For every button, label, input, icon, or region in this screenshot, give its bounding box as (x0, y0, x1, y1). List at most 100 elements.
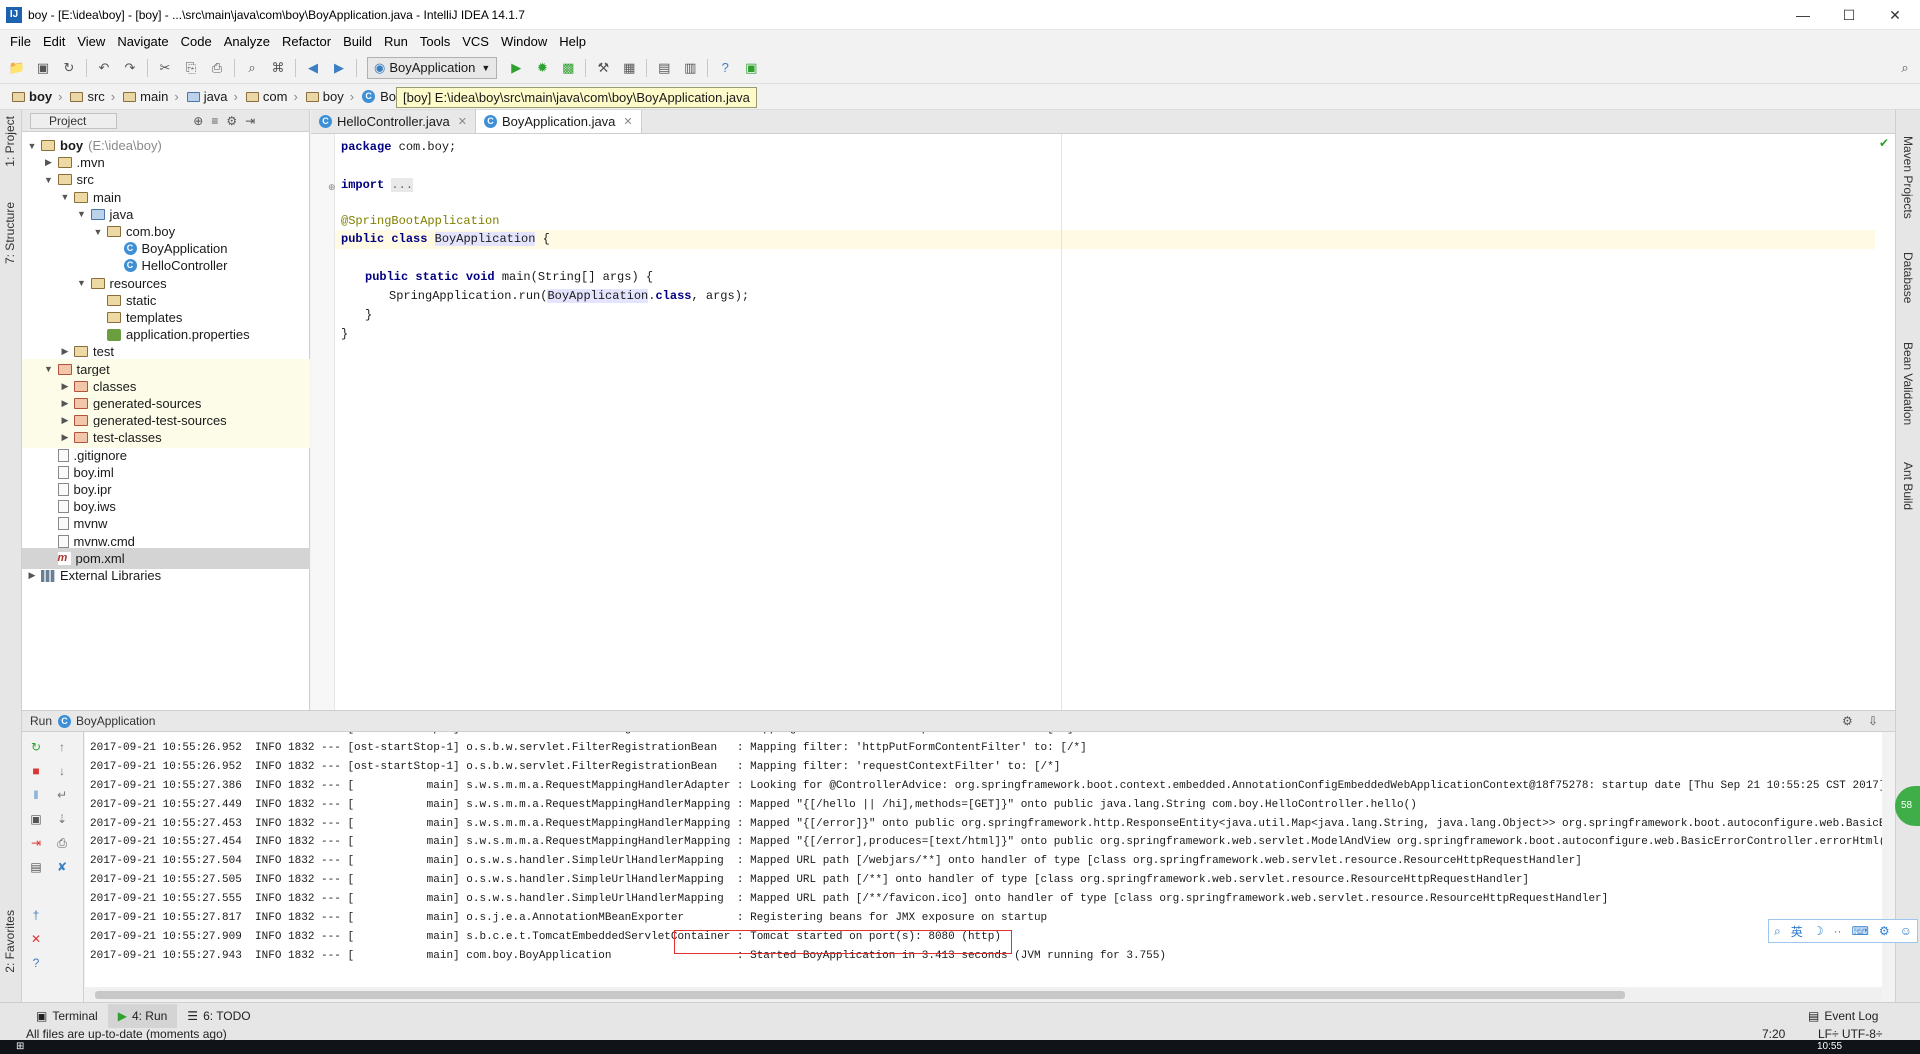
ime-keyboard-icon[interactable]: ⌨ (1852, 924, 1869, 938)
scroll-to-end-icon[interactable]: ⇣ (54, 812, 70, 826)
replace-icon[interactable]: ⌘ (267, 57, 289, 79)
chevron-right-icon[interactable]: ▶ (43, 157, 55, 168)
menu-run[interactable]: Run (378, 34, 414, 49)
ime-toolbar[interactable]: ⌕ 英 ☽ ·· ⌨ ⚙ ☺ (1768, 919, 1918, 943)
tab-hello-controller[interactable]: C HelloController.java ✕ (311, 110, 476, 133)
favorites-tool-tab[interactable]: 2: Favorites (3, 910, 17, 973)
exit-icon[interactable]: ⇥ (28, 836, 44, 850)
chevron-down-icon[interactable]: ▼ (26, 141, 38, 151)
windows-start-icon[interactable]: ⊞ (16, 1041, 24, 1052)
redo-icon[interactable]: ↷ (119, 57, 141, 79)
forward-icon[interactable]: ▶ (328, 57, 350, 79)
bean-validation-tab[interactable]: Bean Validation (1901, 342, 1915, 425)
console-output[interactable]: 2017-09-21 10:55:26.951 INFO 1832 --- [o… (85, 732, 1882, 987)
soft-wrap-icon[interactable]: ↵ (54, 788, 70, 802)
code-editor[interactable]: package com.boy; import ... ⊕ @SpringBoo… (311, 134, 1895, 710)
ant-build-tab[interactable]: Ant Build (1901, 462, 1915, 510)
menu-edit[interactable]: Edit (37, 34, 71, 49)
tab-todo[interactable]: ☰ 6: TODO (177, 1004, 260, 1028)
chevron-down-icon[interactable]: ▼ (76, 209, 88, 219)
open-folder-icon[interactable]: 📁 (6, 57, 28, 79)
chevron-right-icon[interactable]: ▶ (26, 570, 38, 581)
scroll-up-icon[interactable]: ↑ (54, 740, 70, 754)
help-icon[interactable]: ? (28, 956, 44, 970)
tab-run[interactable]: ▶ 4: Run (107, 1003, 178, 1028)
console-horizontal-scrollbar[interactable] (85, 988, 1882, 1002)
chevron-down-icon[interactable]: ▼ (59, 192, 71, 202)
tasks-icon[interactable]: ▣ (740, 57, 762, 79)
ime-smile-icon[interactable]: ☺ (1900, 924, 1912, 938)
maven-projects-tab[interactable]: Maven Projects (1901, 136, 1915, 219)
menu-build[interactable]: Build (337, 34, 378, 49)
menu-window[interactable]: Window (495, 34, 553, 49)
sync-scroll-icon[interactable]: ⊕ (193, 114, 203, 128)
hide-panel-icon[interactable]: ⇩ (1868, 714, 1878, 728)
paste-icon[interactable]: ⎙ (206, 57, 228, 79)
avd-manager-icon[interactable]: ▥ (679, 57, 701, 79)
save-all-icon[interactable]: ▣ (32, 57, 54, 79)
breadcrumb-item[interactable]: com › (242, 89, 302, 104)
collapse-all-icon[interactable]: ≡ (211, 114, 218, 128)
rerun-icon[interactable]: ↻ (28, 740, 44, 754)
clear-all-icon[interactable]: ✘ (54, 860, 70, 874)
menu-analyze[interactable]: Analyze (218, 34, 276, 49)
help-icon[interactable]: ? (714, 57, 736, 79)
close-icon[interactable]: ✕ (28, 932, 44, 946)
chevron-right-icon[interactable]: ▶ (59, 381, 71, 392)
project-structure-icon[interactable]: ▦ (618, 57, 640, 79)
ime-punct-icon[interactable]: ·· (1834, 924, 1842, 938)
close-tab-icon[interactable]: ✕ (458, 115, 467, 128)
settings-icon[interactable]: ⚒ (592, 57, 614, 79)
tab-terminal[interactable]: ▣ Terminal (26, 1004, 108, 1028)
copy-icon[interactable]: ⎘ (180, 57, 202, 79)
project-tool-tab[interactable]: 1: Project (3, 116, 17, 167)
breadcrumb-item[interactable]: java › (183, 89, 242, 104)
folded-imports[interactable]: ... (391, 178, 414, 192)
menu-file[interactable]: File (4, 34, 37, 49)
menu-code[interactable]: Code (175, 34, 218, 49)
debug-icon[interactable]: ✹ (531, 57, 553, 79)
back-icon[interactable]: ◀ (302, 57, 324, 79)
menu-help[interactable]: Help (553, 34, 592, 49)
scroll-down-icon[interactable]: ↓ (54, 764, 70, 778)
pin-icon[interactable]: † (28, 908, 44, 922)
tab-boy-application[interactable]: C BoyApplication.java ✕ (475, 110, 642, 133)
fold-icon[interactable]: ⊕ (328, 182, 336, 193)
scrollbar-thumb[interactable] (95, 991, 1625, 999)
ime-settings-icon[interactable]: ⚙ (1879, 924, 1890, 938)
event-log-button[interactable]: ▤ Event Log (1798, 1004, 1888, 1028)
sdk-manager-icon[interactable]: ▤ (653, 57, 675, 79)
search-everywhere-icon[interactable]: ⌕ (1894, 57, 1916, 79)
close-tab-icon[interactable]: ✕ (623, 115, 632, 128)
coverage-icon[interactable]: ▩ (557, 57, 579, 79)
undo-icon[interactable]: ↶ (93, 57, 115, 79)
chevron-right-icon[interactable]: ▶ (59, 415, 71, 426)
taskbar-clock[interactable]: 10:55 (1817, 1041, 1842, 1052)
breadcrumb-item[interactable]: main › (119, 89, 183, 104)
print-icon[interactable]: ⎙ (54, 836, 70, 850)
stop-icon[interactable]: ■ (28, 764, 44, 778)
project-view-select[interactable]: Project (30, 112, 118, 129)
sync-icon[interactable]: ↻ (58, 57, 80, 79)
menu-view[interactable]: View (71, 34, 111, 49)
menu-tools[interactable]: Tools (414, 34, 456, 49)
gear-icon[interactable]: ⚙ (1842, 714, 1853, 728)
dump-threads-icon[interactable]: ▣ (28, 812, 44, 826)
database-tab[interactable]: Database (1901, 252, 1915, 303)
chevron-right-icon[interactable]: ▶ (59, 398, 71, 409)
layout-icon[interactable]: ▤ (28, 860, 44, 874)
menu-vcs[interactable]: VCS (456, 34, 495, 49)
chevron-down-icon[interactable]: ▼ (43, 364, 55, 374)
menu-navigate[interactable]: Navigate (111, 34, 174, 49)
close-button[interactable]: ✕ (1872, 0, 1918, 30)
ime-language[interactable]: 英 (1791, 923, 1803, 940)
caret-position[interactable]: 7:20 (1762, 1028, 1785, 1040)
gear-icon[interactable]: ⚙ (226, 114, 237, 128)
tree-item[interactable]: ▶ External Libraries (22, 565, 310, 586)
run-configuration-select[interactable]: ◉ BoyApplication ▼ (367, 56, 498, 79)
hide-panel-icon[interactable]: ⇥ (245, 114, 255, 128)
chevron-down-icon[interactable]: ▼ (76, 278, 88, 288)
line-separator-encoding[interactable]: LF÷ UTF-8÷ (1818, 1028, 1883, 1040)
chevron-right-icon[interactable]: ▶ (59, 346, 71, 357)
chevron-right-icon[interactable]: ▶ (59, 432, 71, 443)
